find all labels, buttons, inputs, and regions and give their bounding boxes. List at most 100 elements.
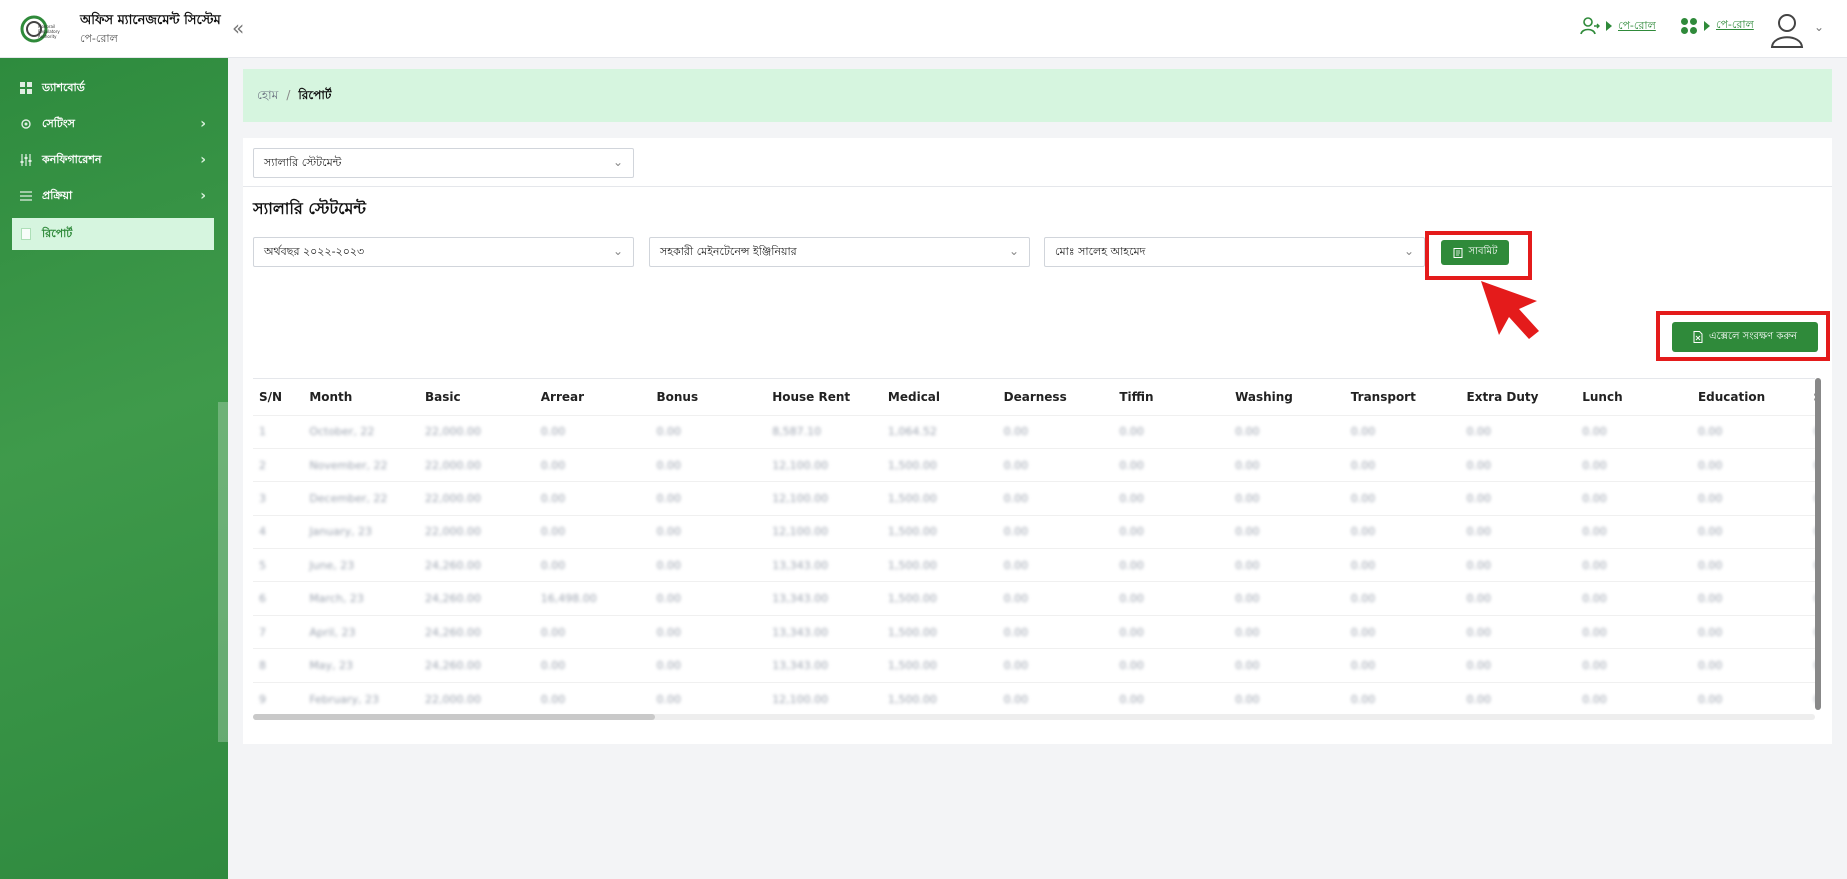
sidebar-item-label: সেটিংস bbox=[42, 116, 75, 130]
chevron-right-icon: › bbox=[200, 152, 206, 168]
export-excel-button[interactable]: এক্সেলে সংরক্ষণ করুন bbox=[1672, 322, 1818, 352]
chevron-right-icon: › bbox=[200, 116, 206, 132]
table-cell: 12,100.00 bbox=[766, 447, 882, 482]
caret-right-icon bbox=[1704, 20, 1710, 31]
sidebar-item-dashboard[interactable]: ড্যাশবোর্ড bbox=[12, 72, 214, 104]
chevron-down-icon: ⌄ bbox=[612, 244, 623, 258]
table-cell: October, 22 bbox=[303, 414, 420, 449]
header-link-label[interactable]: পে-রোল bbox=[1618, 17, 1656, 36]
table-cell: 22,000.00 bbox=[419, 681, 535, 716]
table-cell: 0.00 bbox=[1460, 648, 1577, 683]
horizontal-scrollbar[interactable] bbox=[253, 714, 1815, 720]
breadcrumb-separator: / bbox=[286, 88, 291, 102]
table-cell: 24,260.00 bbox=[419, 614, 535, 649]
table-cell: 0.00 bbox=[1576, 614, 1692, 649]
submit-button-label: সাবমিট bbox=[1468, 246, 1498, 257]
column-header: Medical bbox=[887, 389, 941, 404]
table-cell: 0.00 bbox=[1576, 648, 1692, 683]
table-header-row: S/N Month Basic Arrear Bonus House Rent Medica… bbox=[253, 379, 1815, 415]
table-row: 8 May, 23 24,260.00 0.00 0.00 13,343.00 1,500.… bbox=[253, 648, 1815, 683]
table-cell: 0.00 bbox=[997, 481, 1114, 516]
sidebar-item-label: প্রক্রিয়া bbox=[42, 188, 73, 202]
table-cell: 0.00 bbox=[1576, 414, 1692, 449]
column-header: Lunch bbox=[1582, 389, 1623, 404]
scrollbar-thumb[interactable] bbox=[253, 714, 655, 720]
document-icon bbox=[21, 228, 31, 240]
sidebar-item-process[interactable]: প্রক্রিয়া › bbox=[12, 180, 214, 212]
table-cell: 9 bbox=[253, 681, 304, 716]
table-cell: 0.00 bbox=[534, 648, 651, 683]
vertical-scrollbar[interactable] bbox=[1815, 378, 1821, 710]
table-cell: 0.00 bbox=[1229, 548, 1345, 582]
table-cell: 0.00 bbox=[1344, 481, 1461, 516]
table-cell: December, 22 bbox=[303, 481, 420, 516]
submit-button[interactable]: সাবমিট bbox=[1441, 240, 1509, 265]
sidebar-item-settings[interactable]: সেটিংস › bbox=[12, 108, 214, 140]
table-cell: April, 23 bbox=[303, 614, 420, 649]
table-cell: 24,260.00 bbox=[419, 548, 535, 582]
table-cell: 0.00 bbox=[650, 614, 767, 649]
header-link-apps[interactable]: পে-রোল bbox=[1680, 16, 1754, 35]
table-cell: 0.00 bbox=[997, 648, 1114, 683]
table-cell: May, 23 bbox=[303, 648, 420, 683]
table-cell: 0.00 bbox=[1691, 581, 1808, 616]
table-cell: 16,498.00 bbox=[534, 581, 651, 616]
table-cell: 1,500.00 bbox=[881, 548, 998, 582]
table-cell: 0.00 bbox=[1113, 581, 1230, 616]
table-cell: 12,100.00 bbox=[766, 681, 882, 716]
table-cell: 22,000.00 bbox=[419, 514, 535, 549]
avatar-icon[interactable] bbox=[1770, 12, 1804, 48]
caret-right-icon bbox=[1606, 21, 1612, 31]
table-cell: 0.00 bbox=[997, 581, 1114, 616]
header-link-user[interactable]: পে-রোল bbox=[1580, 16, 1656, 36]
sidebar-item-label: ড্যাশবোর্ড bbox=[42, 80, 85, 94]
table-cell: 0.00 bbox=[1691, 614, 1808, 649]
table-cell: 24,260.00 bbox=[419, 581, 535, 616]
collapse-sidebar-icon[interactable]: « bbox=[232, 16, 244, 40]
table-cell: 0.00 bbox=[1691, 414, 1808, 449]
report-type-select[interactable]: স্যালারি স্টেটমেন্ট ⌄ bbox=[253, 148, 634, 178]
table-cell: 1,500.00 bbox=[881, 614, 998, 649]
gear-icon bbox=[21, 119, 31, 129]
table-cell: 7 bbox=[253, 614, 304, 649]
table-row: 4 January, 23 22,000.00 0.00 0.00 12,100.00 1,… bbox=[253, 514, 1815, 549]
user-switch-icon bbox=[1580, 17, 1600, 35]
table-cell: 1,500.00 bbox=[881, 447, 998, 482]
table-cell: 0 bbox=[1807, 481, 1815, 516]
column-header: Education bbox=[1697, 389, 1766, 404]
table-cell: 0.00 bbox=[650, 514, 767, 549]
chevron-down-icon: ⌄ bbox=[1008, 244, 1019, 258]
designation-select[interactable]: সহকারী মেইনটেনেন্স ইঞ্জিনিয়ার ⌄ bbox=[649, 237, 1030, 267]
fiscal-year-select[interactable]: অর্থবছর ২০২২-২০২৩ ⌄ bbox=[253, 237, 634, 267]
column-header: Bonus bbox=[656, 389, 699, 404]
table-cell: 0.00 bbox=[650, 481, 767, 516]
column-header: Month bbox=[309, 389, 353, 404]
sidebar-item-report[interactable]: রিপোর্ট bbox=[12, 218, 214, 250]
table-cell: 1,500.00 bbox=[881, 681, 998, 716]
table-cell: 0 bbox=[1807, 614, 1815, 649]
chevron-down-icon: ⌄ bbox=[612, 155, 623, 169]
table-cell: 0.00 bbox=[1576, 481, 1692, 516]
salary-table: S/N Month Basic Arrear Bonus House Rent Medica… bbox=[253, 378, 1815, 718]
table-cell: 0.00 bbox=[1576, 514, 1692, 549]
employee-select[interactable]: মোঃ সালেহ আহমেদ ⌄ bbox=[1044, 237, 1425, 267]
table-cell: 0 bbox=[1807, 447, 1815, 482]
table-cell: 0.00 bbox=[1113, 614, 1230, 649]
table-row: 5 June, 23 24,260.00 0.00 0.00 13,343.00 1,500… bbox=[253, 548, 1815, 582]
table-cell: 0.00 bbox=[1113, 414, 1230, 449]
table-row: 6 March, 23 24,260.00 16,498.00 0.00 13,343.0… bbox=[253, 581, 1815, 616]
breadcrumb-home[interactable]: হোম bbox=[257, 88, 278, 102]
sidebar-item-configuration[interactable]: কনফিগারেশন › bbox=[12, 144, 214, 176]
table-cell: 0.00 bbox=[1576, 548, 1692, 582]
column-header: Washing bbox=[1235, 389, 1293, 404]
table-cell: 0 bbox=[1807, 414, 1815, 449]
chevron-down-icon[interactable]: ⌄ bbox=[1814, 20, 1824, 34]
table-cell: 0.00 bbox=[650, 581, 767, 616]
table-row: 3 December, 22 22,000.00 0.00 0.00 12,100.00 1… bbox=[253, 481, 1815, 516]
chevron-right-icon: › bbox=[200, 188, 206, 204]
table-cell: 1,064.52 bbox=[881, 414, 998, 449]
table-cell: 0.00 bbox=[650, 414, 767, 449]
table-cell: 0.00 bbox=[650, 548, 767, 582]
header-link-label[interactable]: পে-রোল bbox=[1716, 16, 1754, 35]
select-value: স্যালারি স্টেটমেন্ট bbox=[264, 155, 342, 169]
